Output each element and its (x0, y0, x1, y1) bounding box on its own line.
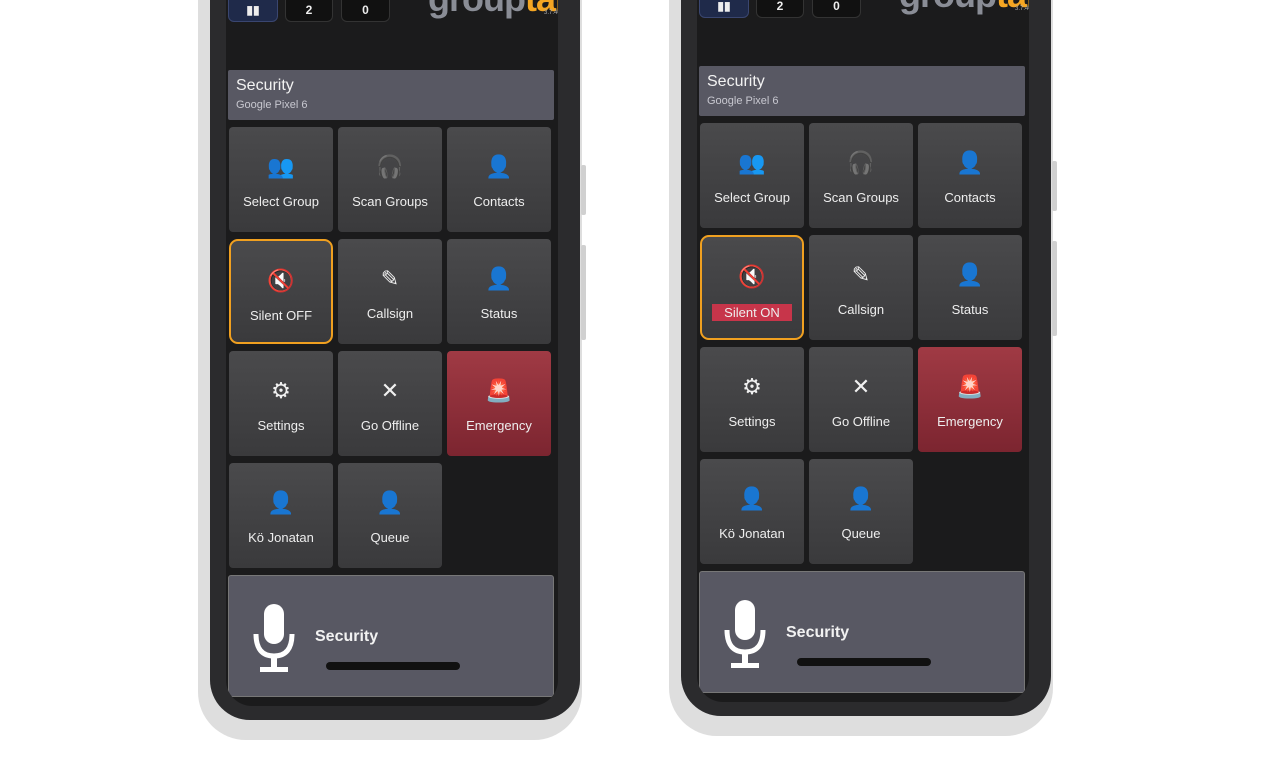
tile-k-jonatan[interactable]: 👤 Kö Jonatan (700, 459, 804, 564)
phone-1: ▮▮ 2 0 grouptalk 3.7.40f Security Google… (198, 0, 598, 760)
tile-label: Queue (370, 530, 410, 545)
queue-person-icon: 👤 (376, 490, 404, 515)
push-to-talk-button[interactable]: Security (228, 575, 554, 697)
power-button (581, 165, 586, 215)
group-header[interactable]: Security Google Pixel 6 (228, 70, 554, 120)
tile-status[interactable]: 👤 Status (447, 239, 551, 344)
tile-label: Scan Groups (352, 194, 428, 209)
tile-settings[interactable]: ⚙ Settings (229, 351, 333, 456)
tile-silent-on[interactable]: 🔇 Silent ON (700, 235, 804, 340)
ptt-label: Security (786, 624, 850, 641)
pencil-tag-icon: ✎ (851, 262, 871, 287)
headphones-icon: 🎧 (847, 150, 875, 175)
tile-label: Contacts (944, 190, 996, 205)
tile-contacts[interactable]: 👤 Contacts (447, 127, 551, 232)
tile-label: Emergency (466, 418, 532, 433)
push-to-talk-button[interactable]: Security (699, 571, 1025, 693)
device-name: Google Pixel 6 (236, 99, 308, 111)
power-button (1052, 161, 1057, 211)
tile-select-group[interactable]: 👥 Select Group (229, 127, 333, 232)
grouptalk-logo: grouptalk (428, 0, 558, 20)
tile-label: Silent ON (712, 304, 792, 321)
pencil-tag-icon: ✎ (380, 266, 400, 291)
version-label: 3.7.40f (544, 10, 558, 16)
tile-label: Silent OFF (249, 308, 313, 323)
tile-label: Callsign (366, 306, 414, 321)
device-name: Google Pixel 6 (707, 95, 779, 107)
tile-callsign[interactable]: ✎ Callsign (338, 239, 442, 344)
volume-button (581, 245, 586, 340)
queue-person-icon: 👤 (847, 486, 875, 511)
headphones-icon: 🎧 (376, 154, 404, 179)
gear-icon: ⚙ (742, 374, 762, 399)
speaker-mute-icon: 🔇 (738, 264, 766, 289)
microphone-icon (724, 600, 766, 668)
alarm-light-icon: 🚨 (956, 374, 984, 399)
gear-icon: ⚙ (271, 378, 291, 403)
contact-icon: 👤 (485, 154, 513, 179)
phone-screen: ▮▮ 2 0 grouptalk 3.7.40f Security Google… (226, 0, 558, 706)
group-icon: 👥 (267, 154, 295, 179)
tile-emergency[interactable]: 🚨 Emergency (918, 347, 1022, 452)
tile-label: Emergency (937, 414, 1003, 429)
tile-settings[interactable]: ⚙ Settings (700, 347, 804, 452)
tile-label: Select Group (714, 190, 790, 205)
tile-queue[interactable]: 👤 Queue (809, 459, 913, 564)
tile-scan-groups[interactable]: 🎧 Scan Groups (338, 127, 442, 232)
phone-screen: ▮▮ 2 0 grouptalk 3.7.40f Security Google… (697, 0, 1029, 702)
tile-label: Status (951, 302, 989, 317)
close-icon: ✕ (380, 378, 400, 403)
grouptalk-logo: grouptalk (899, 0, 1029, 16)
microphone-icon (253, 604, 295, 672)
tile-emergency[interactable]: 🚨 Emergency (447, 351, 551, 456)
tile-label: Kö Jonatan (719, 526, 785, 541)
tile-label: Contacts (473, 194, 525, 209)
tile-callsign[interactable]: ✎ Callsign (809, 235, 913, 340)
tile-contacts[interactable]: 👤 Contacts (918, 123, 1022, 228)
tile-scan-groups[interactable]: 🎧 Scan Groups (809, 123, 913, 228)
group-icon: 👥 (738, 150, 766, 175)
counter-2[interactable]: 0 (812, 0, 861, 18)
version-label: 3.7.40f (1015, 6, 1029, 12)
tile-label: Status (480, 306, 518, 321)
ptt-label: Security (315, 628, 379, 645)
close-icon: ✕ (851, 374, 871, 399)
tile-go-offline[interactable]: ✕ Go Offline (338, 351, 442, 456)
tile-label: Scan Groups (823, 190, 899, 205)
group-header[interactable]: Security Google Pixel 6 (699, 66, 1025, 116)
queue-person-icon: 👤 (738, 486, 766, 511)
tile-label: Callsign (837, 302, 885, 317)
home-indicator (797, 658, 931, 666)
contact-icon: 👤 (956, 150, 984, 175)
counter-1[interactable]: 2 (756, 0, 804, 18)
tile-label: Go Offline (831, 414, 891, 429)
counter-2[interactable]: 0 (341, 0, 390, 22)
volume-button (1052, 241, 1057, 336)
contact-icon: 👤 (956, 262, 984, 287)
phone-2: ▮▮ 2 0 grouptalk 3.7.40f Security Google… (669, 0, 1069, 756)
tile-label: Kö Jonatan (248, 530, 314, 545)
tile-label: Select Group (243, 194, 319, 209)
tile-label: Settings (728, 414, 776, 429)
tile-status[interactable]: 👤 Status (918, 235, 1022, 340)
tile-label: Go Offline (360, 418, 420, 433)
group-title: Security (707, 73, 765, 90)
counter-1[interactable]: 2 (285, 0, 333, 22)
speaker-mute-icon: 🔇 (267, 268, 295, 293)
tile-label: Settings (257, 418, 305, 433)
tile-silent-off[interactable]: 🔇 Silent OFF (229, 239, 333, 344)
tile-k-jonatan[interactable]: 👤 Kö Jonatan (229, 463, 333, 568)
tile-select-group[interactable]: 👥 Select Group (700, 123, 804, 228)
group-title: Security (236, 77, 294, 94)
menu-button[interactable]: ▮▮ (699, 0, 749, 18)
tile-queue[interactable]: 👤 Queue (338, 463, 442, 568)
contact-icon: 👤 (485, 266, 513, 291)
home-indicator (326, 662, 460, 670)
tile-go-offline[interactable]: ✕ Go Offline (809, 347, 913, 452)
tile-label: Queue (841, 526, 881, 541)
alarm-light-icon: 🚨 (485, 378, 513, 403)
menu-button[interactable]: ▮▮ (228, 0, 278, 22)
queue-person-icon: 👤 (267, 490, 295, 515)
